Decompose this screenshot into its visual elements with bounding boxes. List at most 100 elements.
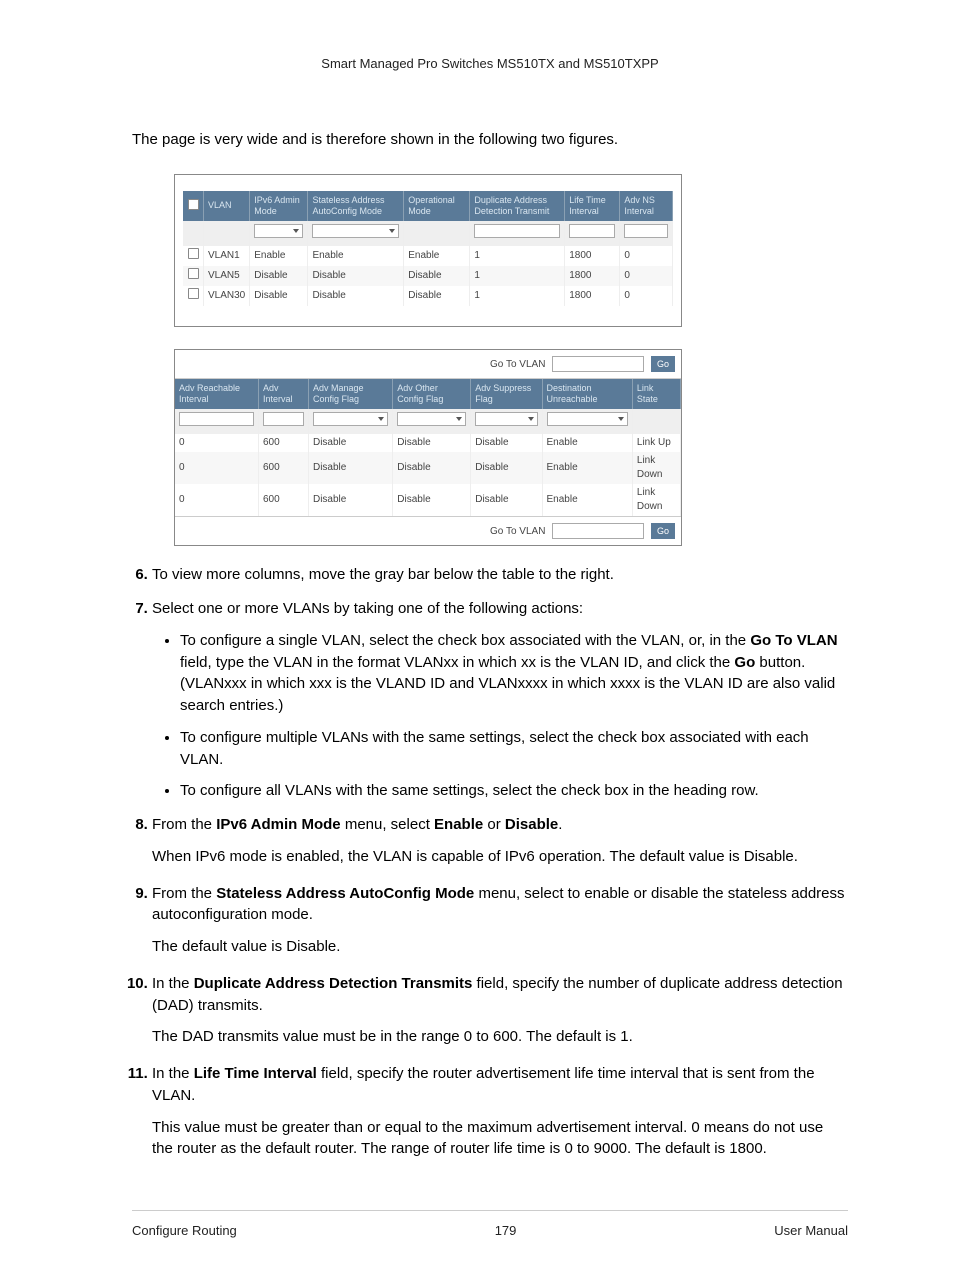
t-bold: Enable <box>434 816 483 833</box>
step-8: From the IPv6 Admin Mode menu, select En… <box>152 814 848 868</box>
cell-suppress: Disable <box>471 434 542 452</box>
t: In the <box>152 975 194 992</box>
cell-dest: Enable <box>542 434 632 452</box>
cell-link: Link Down <box>632 452 680 484</box>
cell-ns: 0 <box>620 246 673 266</box>
t: . <box>558 816 562 833</box>
step-10: In the Duplicate Address Detection Trans… <box>152 973 848 1048</box>
t-bold: Life Time Interval <box>194 1065 317 1082</box>
figure-2: Go To VLAN Go Adv Reachable Interval Adv… <box>174 349 682 547</box>
select-all-checkbox[interactable] <box>188 199 199 210</box>
t-bold: Go <box>734 654 755 671</box>
dest-dropdown[interactable] <box>547 412 628 426</box>
other-dropdown[interactable] <box>397 412 466 426</box>
life-time-input[interactable] <box>569 224 615 238</box>
cell-suppress: Disable <box>471 484 542 516</box>
table-row: VLAN5 Disable Disable Disable 1 1800 0 <box>183 266 673 286</box>
cell-op: Disable <box>404 286 470 306</box>
ipv6-admin-dropdown[interactable] <box>254 224 303 238</box>
table-row: VLAN30 Disable Disable Disable 1 1800 0 <box>183 286 673 306</box>
cell-interval: 600 <box>258 434 308 452</box>
cell-reach: 0 <box>175 434 258 452</box>
cell-vlan: VLAN1 <box>204 246 250 266</box>
dad-input[interactable] <box>474 224 560 238</box>
cell-sac: Disable <box>308 286 404 306</box>
col-suppress-flag: Adv Suppress Flag <box>471 379 542 409</box>
t-bold: IPv6 Admin Mode <box>216 816 340 833</box>
table-row: 0 600 Disable Disable Disable Enable Lin… <box>175 434 681 452</box>
col-dest-unreach: Destination Unreachable <box>542 379 632 409</box>
step-9: From the Stateless Address AutoConfig Mo… <box>152 883 848 958</box>
cell-interval: 600 <box>258 452 308 484</box>
cell-admin: Enable <box>250 246 308 266</box>
goto-input[interactable] <box>552 356 644 372</box>
goto-bar-bottom: Go To VLAN Go <box>175 516 681 546</box>
col-adv-interval: Adv Interval <box>258 379 308 409</box>
t-bold: Disable <box>505 816 558 833</box>
cell-manage: Disable <box>308 484 392 516</box>
interval-input[interactable] <box>263 412 304 426</box>
figure-1: VLAN IPv6 Admin Mode Stateless Address A… <box>174 174 682 327</box>
step-7: Select one or more VLANs by taking one o… <box>152 598 848 802</box>
cell-dad: 1 <box>470 246 565 266</box>
cell-dad: 1 <box>470 266 565 286</box>
step-6-text: To view more columns, move the gray bar … <box>152 566 614 583</box>
cell-dad: 1 <box>470 286 565 306</box>
row-checkbox[interactable] <box>188 248 199 259</box>
cell-link: Link Down <box>632 484 680 516</box>
suppress-dropdown[interactable] <box>475 412 537 426</box>
row-checkbox[interactable] <box>188 268 199 279</box>
cell-life: 1800 <box>565 286 620 306</box>
reach-input[interactable] <box>179 412 254 426</box>
step-11-para: This value must be greater than or equal… <box>152 1117 848 1161</box>
cell-suppress: Disable <box>471 452 542 484</box>
t: In the <box>152 1065 194 1082</box>
col-other-flag: Adv Other Config Flag <box>393 379 471 409</box>
cell-interval: 600 <box>258 484 308 516</box>
step-7-lead: Select one or more VLANs by taking one o… <box>152 600 583 617</box>
row-checkbox[interactable] <box>188 288 199 299</box>
cell-ns: 0 <box>620 266 673 286</box>
cell-manage: Disable <box>308 434 392 452</box>
cell-life: 1800 <box>565 246 620 266</box>
step-8-para: When IPv6 mode is enabled, the VLAN is c… <box>152 846 848 868</box>
page-header: Smart Managed Pro Switches MS510TX and M… <box>132 56 848 71</box>
cell-other: Disable <box>393 452 471 484</box>
step-11: In the Life Time Interval field, specify… <box>152 1063 848 1160</box>
stateless-dropdown[interactable] <box>312 224 399 238</box>
col-op-mode: Operational Mode <box>404 191 470 221</box>
intro-text: The page is very wide and is therefore s… <box>132 129 848 150</box>
vlan-table-1: VLAN IPv6 Admin Mode Stateless Address A… <box>183 191 673 306</box>
t: From the <box>152 885 216 902</box>
footer-page-number: 179 <box>495 1223 517 1238</box>
page-footer: Configure Routing 179 User Manual <box>132 1210 848 1238</box>
footer-right: User Manual <box>774 1223 848 1238</box>
col-vlan: VLAN <box>204 191 250 221</box>
cell-other: Disable <box>393 484 471 516</box>
step-7-bullet-3: To configure all VLANs with the same set… <box>180 780 848 802</box>
cell-sac: Enable <box>308 246 404 266</box>
filter-row <box>183 221 673 246</box>
cell-other: Disable <box>393 434 471 452</box>
cell-op: Enable <box>404 246 470 266</box>
go-button[interactable]: Go <box>651 523 675 540</box>
col-link-state: Link State <box>632 379 680 409</box>
step-10-para: The DAD transmits value must be in the r… <box>152 1026 848 1048</box>
vlan-table-2: Adv Reachable Interval Adv Interval Adv … <box>175 379 681 516</box>
col-reach: Adv Reachable Interval <box>175 379 258 409</box>
t: To configure a single VLAN, select the c… <box>180 632 750 649</box>
cell-manage: Disable <box>308 452 392 484</box>
manage-dropdown[interactable] <box>313 412 388 426</box>
adv-ns-input[interactable] <box>624 224 668 238</box>
cell-vlan: VLAN5 <box>204 266 250 286</box>
step-9-para: The default value is Disable. <box>152 936 848 958</box>
go-button[interactable]: Go <box>651 356 675 373</box>
cell-admin: Disable <box>250 286 308 306</box>
col-stateless: Stateless Address AutoConfig Mode <box>308 191 404 221</box>
goto-label: Go To VLAN <box>490 359 545 370</box>
cell-admin: Disable <box>250 266 308 286</box>
goto-bar-top: Go To VLAN Go <box>175 350 681 380</box>
goto-input[interactable] <box>552 523 644 539</box>
col-manage-flag: Adv Manage Config Flag <box>308 379 392 409</box>
t-bold: Go To VLAN <box>750 632 837 649</box>
